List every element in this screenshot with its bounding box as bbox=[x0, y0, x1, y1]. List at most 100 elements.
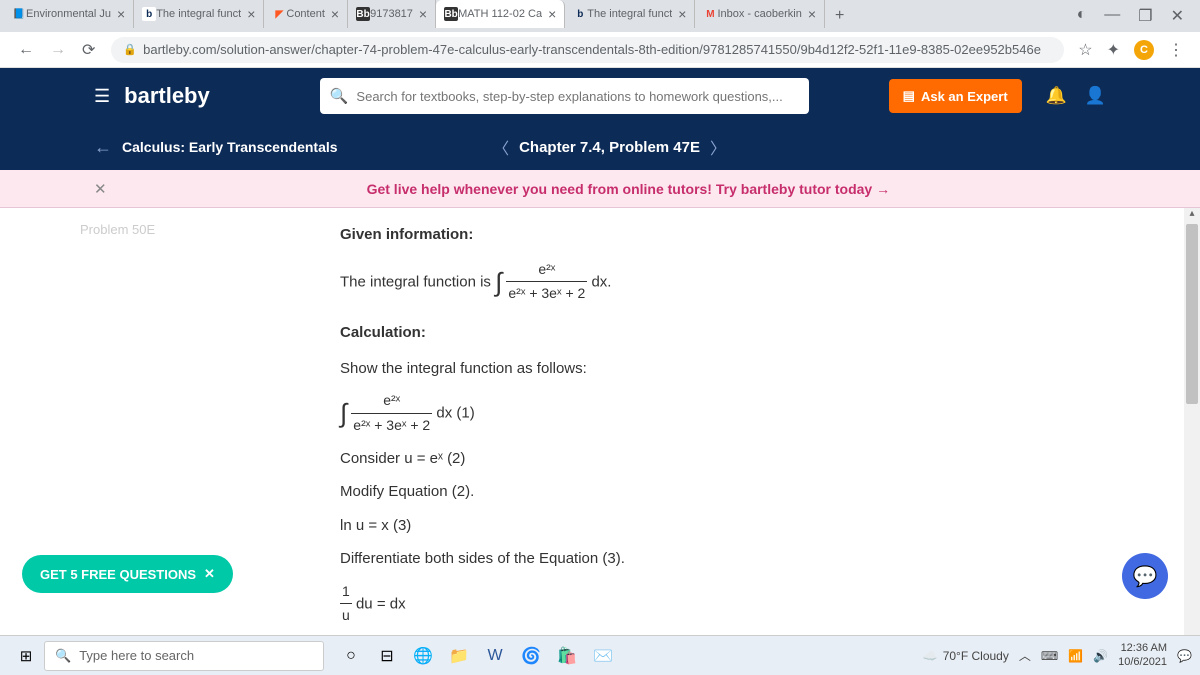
sidebar-problem-item[interactable]: Problem 50E bbox=[80, 222, 310, 237]
windows-taskbar: ⊞ 🔍 Type here to search ○ ⊟ 🌐 📁 W 🌀 🛍️ ✉… bbox=[0, 635, 1200, 675]
tab-close-icon[interactable]: × bbox=[247, 6, 255, 22]
tray-chevron-icon[interactable]: ︿ bbox=[1019, 647, 1031, 664]
tab-close-icon[interactable]: × bbox=[117, 6, 125, 22]
tab-favicon: Bb bbox=[356, 7, 370, 21]
minimize-button[interactable]: — bbox=[1104, 6, 1120, 26]
tab-favicon: M bbox=[703, 7, 717, 21]
site-search[interactable]: 🔍 bbox=[320, 78, 809, 114]
notification-bell-icon[interactable]: 🔔 bbox=[1046, 86, 1067, 106]
calc-eq-3: ln u = x (3) bbox=[340, 513, 1170, 539]
scroll-thumb[interactable] bbox=[1186, 224, 1198, 404]
tab-close-icon[interactable]: × bbox=[808, 6, 816, 22]
new-tab-button[interactable]: + bbox=[825, 7, 854, 25]
url-text: bartleby.com/solution-answer/chapter-74-… bbox=[143, 42, 1041, 57]
tab-favicon: ◤ bbox=[272, 7, 286, 21]
window-controls: ◐ — ❐ ✕ bbox=[1077, 6, 1196, 26]
tab-title: Environmental Ju bbox=[26, 8, 111, 20]
search-icon: 🔍 bbox=[55, 648, 71, 664]
prev-chapter-icon[interactable]: 〈 bbox=[493, 135, 509, 159]
word-app-icon[interactable]: W bbox=[480, 641, 510, 671]
scrollbar[interactable]: ▴ ▾ bbox=[1184, 208, 1200, 649]
tab-close-icon[interactable]: × bbox=[548, 6, 556, 22]
tab-favicon: b bbox=[142, 7, 156, 21]
system-tray: ☁️ 70°F Cloudy ︿ ⌨ 📶 🔊 12:36 AM 10/6/202… bbox=[923, 642, 1192, 668]
task-view-icon[interactable]: ⊟ bbox=[372, 641, 402, 671]
chat-icon: ▤ bbox=[903, 88, 915, 104]
calc-modify: Modify Equation (2). bbox=[340, 479, 1170, 505]
tray-wifi-icon[interactable]: 📶 bbox=[1068, 649, 1083, 663]
next-chapter-icon[interactable]: 〉 bbox=[710, 135, 726, 159]
tab-close-icon[interactable]: × bbox=[419, 6, 427, 22]
start-button[interactable]: ⊞ bbox=[8, 647, 44, 665]
browser-tab[interactable]: bThe integral funct × bbox=[134, 0, 264, 28]
chapter-nav: 〈 Chapter 7.4, Problem 47E 〉 bbox=[493, 135, 726, 159]
url-input[interactable]: 🔒 bartleby.com/solution-answer/chapter-7… bbox=[111, 37, 1064, 63]
promo-text[interactable]: Get live help whenever you need from onl… bbox=[367, 181, 891, 197]
browser-tab-strip: 📘Environmental Ju×bThe integral funct×◤C… bbox=[0, 0, 1200, 32]
free-questions-cta[interactable]: GET 5 FREE QUESTIONS ✕ bbox=[22, 555, 233, 593]
reload-button[interactable]: ⟳ bbox=[74, 40, 103, 60]
site-logo[interactable]: bartleby bbox=[124, 83, 210, 109]
tab-title: The integral funct bbox=[587, 8, 672, 20]
solution-content: Given information: The integral function… bbox=[310, 208, 1200, 649]
tray-volume-icon[interactable]: 🔊 bbox=[1093, 649, 1108, 663]
tab-title: The integral funct bbox=[156, 8, 241, 20]
close-window-button[interactable]: ✕ bbox=[1171, 6, 1184, 26]
user-profile-icon[interactable]: 👤 bbox=[1085, 86, 1106, 106]
search-icon: 🔍 bbox=[330, 87, 349, 105]
chrome-app-icon[interactable]: 🌐 bbox=[408, 641, 438, 671]
promo-banner: ✕ Get live help whenever you need from o… bbox=[0, 170, 1200, 208]
browser-tab[interactable]: BbMATH 112-02 Ca × bbox=[436, 0, 565, 28]
breadcrumb-book[interactable]: Calculus: Early Transcendentals bbox=[122, 139, 338, 155]
edge-app-icon[interactable]: 🌀 bbox=[516, 641, 546, 671]
site-header: ☰ bartleby 🔍 ▤ Ask an Expert 🔔 👤 bbox=[0, 68, 1200, 124]
bookmark-star-icon[interactable]: ☆ bbox=[1078, 40, 1092, 60]
tab-favicon: 📘 bbox=[12, 7, 26, 21]
browser-tab[interactable]: ◤Content × bbox=[264, 0, 348, 28]
given-info-heading: Given information: bbox=[340, 222, 1170, 248]
tab-close-icon[interactable]: × bbox=[678, 6, 686, 22]
cortana-icon[interactable]: ○ bbox=[336, 641, 366, 671]
extension-icon[interactable]: ✦ bbox=[1107, 40, 1120, 60]
back-button[interactable]: ← bbox=[10, 41, 42, 59]
notifications-icon[interactable]: 💬 bbox=[1177, 649, 1192, 663]
search-input[interactable] bbox=[356, 89, 798, 104]
close-banner-icon[interactable]: ✕ bbox=[94, 180, 107, 198]
browser-menu-icon[interactable]: ⋮ bbox=[1168, 40, 1184, 60]
hamburger-menu-icon[interactable]: ☰ bbox=[94, 86, 110, 107]
chat-fab-button[interactable]: 💬 bbox=[1122, 553, 1168, 599]
tab-title: MATH 112-02 Ca bbox=[458, 8, 542, 20]
address-bar: ← → ⟳ 🔒 bartleby.com/solution-answer/cha… bbox=[0, 32, 1200, 68]
browser-tab[interactable]: Bb9173817 × bbox=[348, 0, 436, 28]
calc-line-show: Show the integral function as follows: bbox=[340, 356, 1170, 382]
tab-close-icon[interactable]: × bbox=[331, 6, 339, 22]
browser-tab[interactable]: MInbox - caoberkin × bbox=[695, 0, 825, 28]
tab-title: 9173817 bbox=[370, 8, 413, 20]
scroll-up-icon[interactable]: ▴ bbox=[1184, 208, 1200, 224]
tab-title: Content bbox=[286, 8, 325, 20]
lock-icon: 🔒 bbox=[123, 43, 137, 56]
tab-favicon: Bb bbox=[444, 7, 458, 21]
weather-icon: ☁️ bbox=[923, 649, 938, 663]
calculation-heading: Calculation: bbox=[340, 320, 1170, 346]
weather-widget[interactable]: ☁️ 70°F Cloudy bbox=[923, 649, 1009, 663]
tab-title: Inbox - caoberkin bbox=[717, 8, 801, 20]
taskbar-search[interactable]: 🔍 Type here to search bbox=[44, 641, 324, 671]
ask-expert-button[interactable]: ▤ Ask an Expert bbox=[889, 79, 1022, 113]
store-app-icon[interactable]: 🛍️ bbox=[552, 641, 582, 671]
browser-tab[interactable]: bThe integral funct × bbox=[565, 0, 695, 28]
mail-app-icon[interactable]: ✉️ bbox=[588, 641, 618, 671]
close-cta-icon[interactable]: ✕ bbox=[204, 566, 215, 582]
tray-keyboard-icon[interactable]: ⌨ bbox=[1041, 649, 1058, 663]
profile-badge-icon[interactable]: C bbox=[1134, 40, 1154, 60]
chat-bubble-icon: 💬 bbox=[1133, 564, 1158, 589]
file-explorer-icon[interactable]: 📁 bbox=[444, 641, 474, 671]
browser-sync-icon[interactable]: ◐ bbox=[1077, 6, 1087, 26]
tab-favicon: b bbox=[573, 7, 587, 21]
maximize-button[interactable]: ❐ bbox=[1138, 6, 1152, 26]
taskbar-clock[interactable]: 12:36 AM 10/6/2021 bbox=[1118, 642, 1167, 668]
calc-eq-1: ∫ e²ˣe²ˣ + 3eˣ + 2 dx (1) bbox=[340, 389, 1170, 438]
forward-button[interactable]: → bbox=[42, 41, 74, 59]
browser-tab[interactable]: 📘Environmental Ju × bbox=[4, 0, 134, 28]
breadcrumb-back-icon[interactable]: ← bbox=[94, 137, 112, 158]
